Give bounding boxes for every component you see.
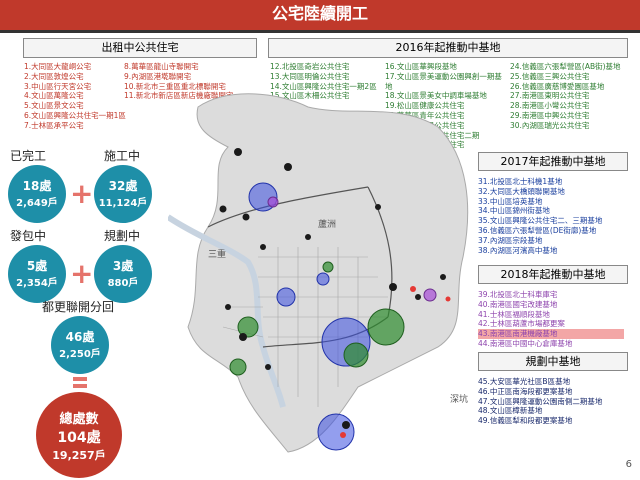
y2017-list: 31.北投區北士科機1基地 32.大同區大橋頭聯開基地 33.中山區培英基地 3… (478, 177, 602, 255)
map-label-sanchong: 三重 (208, 250, 227, 260)
list-item: 38.內湖區河濱高中基地 (478, 245, 558, 255)
list-item: 8.萬華區龍山寺聯開宅 (124, 62, 199, 71)
list-item: 13.大同區明倫公共住宅 (270, 71, 350, 81)
page-title: 公宅陸續開工 (271, 4, 368, 23)
done-label: 已完工 (10, 149, 47, 163)
building-units: 11,124戶 (98, 198, 148, 209)
header-divider (0, 30, 640, 33)
building-circle: 32處 11,124戶 (94, 165, 152, 223)
planning-circle: 3處 880戶 (94, 245, 152, 303)
list-item: 29.南港區中興公共住宅 (510, 110, 590, 120)
list-item: 47.文山區興隆運動公園南側二期基地 (478, 396, 603, 406)
list-item: 40.南港區國宅改建基地 (478, 299, 558, 309)
rent-section-title: 出租中公共住宅 (23, 38, 257, 58)
urban-count: 46處 (65, 330, 95, 344)
list-item: 26.信義區廣慈博愛園區基地 (510, 81, 605, 91)
equals-icon (73, 384, 87, 388)
y2016-list-col3: 24.信義區六張犁營區(AB街)基地 25.信義區三興公共住宅 26.信義區廣慈… (510, 62, 628, 131)
total-units: 19,257戶 (52, 449, 106, 462)
planning-label: 規劃中 (104, 229, 141, 243)
list-item: 2.大同區敦煌公宅 (24, 71, 84, 81)
list-item: 12.北投區奇岩公共住宅 (270, 62, 350, 71)
list-item: 27.南港區東明公共住宅 (510, 91, 590, 101)
done-circle: 18處 2,649戶 (8, 165, 66, 223)
list-item: 25.信義區三興公共住宅 (510, 71, 590, 81)
y2018-list: 39.北投區北士科車庫宅 40.南港區國宅改建基地 41.士林區福順段基地 42… (478, 290, 624, 349)
plus-icon: + (70, 177, 94, 210)
list-item: 6.文山區興隆公共住宅一期1區 (24, 110, 126, 120)
list-item: 16.文山區華興段基地 (385, 62, 457, 71)
list-item: 36.信義區六張犁營區(DE街廓)基地 (478, 225, 597, 235)
building-count: 32處 (108, 179, 138, 193)
page-header: 公宅陸續開工 (0, 0, 640, 30)
list-item: 35.文山區興隆公共住宅二、三期基地 (478, 216, 603, 226)
list-item: 24.信義區六張犁營區(AB街)基地 (510, 62, 621, 71)
contract-label: 發包中 (10, 229, 47, 243)
map-label-shenkeng: 深坑 (450, 395, 469, 405)
list-item: 33.中山區培英基地 (478, 196, 543, 206)
list-item: 30.內湖區瑞光公共住宅 (510, 120, 590, 130)
planning-list: 45.大安區華光社區B區基地 46.中正區南海段都更案基地 47.文山區興隆運動… (478, 377, 602, 426)
planning-count: 3處 (112, 259, 134, 273)
map-svg (166, 93, 469, 453)
total-circle: 總處數 104處 19,257戶 (36, 392, 122, 478)
list-item: 32.大同區大橋頭聯開基地 (478, 186, 565, 196)
y2018-section-title: 2018年起推動中基地 (478, 265, 628, 284)
list-item: 7.士林區承平公宅 (24, 120, 84, 130)
list-item: 45.大安區華光社區B區基地 (478, 377, 571, 386)
building-label: 施工中 (104, 149, 141, 163)
list-item: 39.北投區北士科車庫宅 (478, 290, 558, 299)
city-map: 蘆洲 三重 深坑 (166, 87, 478, 462)
contract-units: 2,354戶 (16, 278, 58, 289)
list-item: 46.中正區南海段都更案基地 (478, 386, 573, 396)
total-label: 總處數 (59, 412, 99, 427)
list-item: 3.中山區行天宮公宅 (24, 81, 92, 91)
y2017-section-title: 2017年起推動中基地 (478, 152, 628, 171)
urban-circle: 46處 2,250戶 (51, 316, 109, 374)
total-count: 104處 (57, 430, 101, 446)
list-item-highlighted: 43.南港區南港機廠基地 (478, 329, 624, 339)
list-item: 31.北投區北士科機1基地 (478, 177, 563, 186)
urban-label: 都更聯開分回 (42, 300, 115, 314)
list-item: 28.南港區小彎公共住宅 (510, 101, 590, 111)
rent-list-col1: 1.大同區大龍峒公宅 2.大同區敦煌公宅 3.中山區行天宮公宅 4.文山區萬隆公… (24, 62, 126, 131)
contract-circle: 5處 2,354戶 (8, 245, 66, 303)
list-item: 48.文山區樟新基地 (478, 406, 543, 416)
equals-icon (73, 377, 87, 381)
list-item: 1.大同區大龍峒公宅 (24, 62, 92, 71)
y2016-section-title: 2016年起推動中基地 (268, 38, 628, 58)
plus-icon: + (70, 257, 94, 290)
list-item: 42.士林區葫蘆市場都更案 (478, 319, 565, 329)
list-item: 9.內湖區港墘聯開宅 (124, 71, 192, 81)
map-land (187, 93, 469, 453)
done-count: 18處 (22, 179, 52, 193)
urban-units: 2,250戶 (59, 349, 101, 360)
list-item: 37.內湖區宗段基地 (478, 235, 543, 245)
planning-units: 880戶 (107, 278, 139, 289)
list-item: 44.南港區中國中心倉庫基地 (478, 338, 573, 348)
list-item: 34.中山區錦州街基地 (478, 206, 550, 216)
page-number: 6 (625, 459, 632, 470)
list-item: 49.信義區犁和段都更案基地 (478, 416, 573, 426)
contract-count: 5處 (26, 259, 48, 273)
planning-section-title: 規劃中基地 (478, 352, 628, 371)
list-item: 5.文山區景文公宅 (24, 101, 84, 111)
list-item: 41.士林區福順段基地 (478, 309, 550, 319)
done-units: 2,649戶 (16, 198, 58, 209)
list-item: 4.文山區萬隆公宅 (24, 91, 84, 101)
map-label-luzhou: 蘆洲 (318, 220, 337, 230)
